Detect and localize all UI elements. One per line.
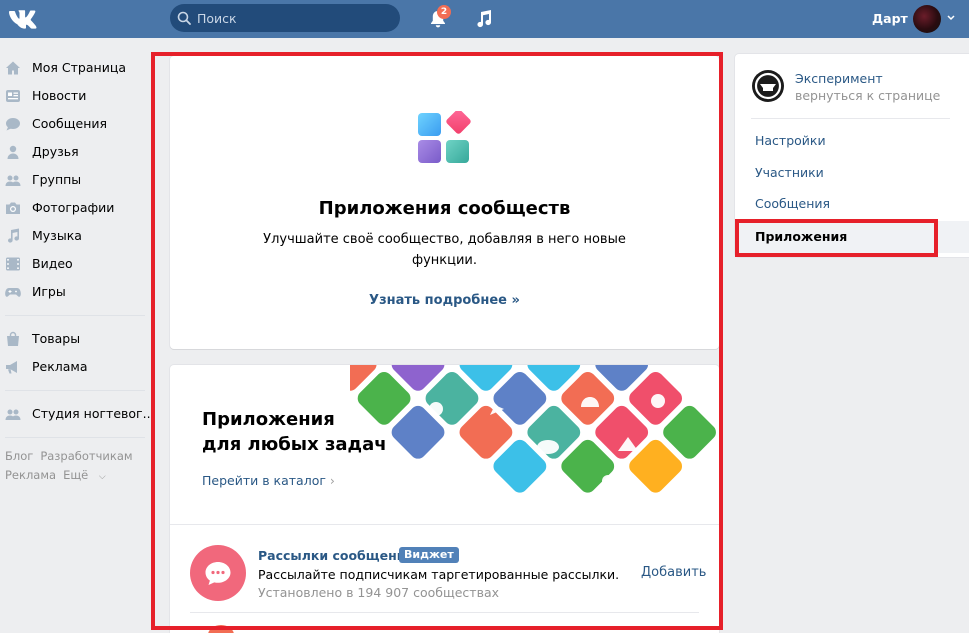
next-app-icon[interactable]: [208, 625, 234, 633]
news-icon: [6, 90, 20, 102]
sidebar-item-label: Группы: [32, 172, 82, 187]
left-sidebar: Моя Страница Новости Сообщения Друзья Гр…: [0, 54, 151, 487]
menu-item-apps[interactable]: Приложения: [735, 221, 969, 253]
sidebar-item-news[interactable]: Новости: [0, 82, 150, 110]
messages-icon: [6, 118, 20, 131]
sidebar-item-music[interactable]: Музыка: [0, 222, 150, 250]
sidebar-item-groups[interactable]: Группы: [0, 166, 150, 194]
panel-divider: [751, 118, 950, 119]
footer-link-ads[interactable]: Реклама: [5, 468, 56, 482]
search-icon: [177, 11, 191, 25]
gamepad-icon: [5, 288, 21, 297]
menu-item-messages[interactable]: Сообщения: [735, 188, 969, 220]
film-icon: [6, 257, 20, 271]
message-bubble-icon: [205, 562, 231, 585]
add-app-button[interactable]: Добавить: [641, 565, 706, 580]
music-note-icon[interactable]: [474, 9, 494, 29]
chevron-down-icon: ⌵: [98, 472, 106, 482]
sidebar-item-label: Моя Страница: [32, 60, 126, 75]
footer-link-developers[interactable]: Разработчикам: [40, 449, 132, 463]
vk-logo-icon[interactable]: [7, 7, 39, 31]
sidebar-item-photos[interactable]: Фотографии: [0, 194, 150, 222]
sidebar-item-friends[interactable]: Друзья: [0, 138, 150, 166]
menu-item-label: Настройки: [755, 133, 826, 148]
footer-more-label: Ещё: [63, 468, 89, 482]
chevron-down-icon[interactable]: [947, 15, 955, 21]
footer-link-blog[interactable]: Блог: [5, 449, 33, 463]
sidebar-item-studio-group[interactable]: Студия ногтевог..: [0, 400, 151, 428]
card-divider: [170, 524, 719, 525]
sidebar-item-label: Фотографии: [32, 200, 115, 215]
app-tiles-illustration: [350, 365, 716, 493]
group-icon: [5, 409, 21, 420]
catalog-link[interactable]: Перейти в каталог ›: [202, 473, 335, 488]
group-avatar[interactable]: [751, 69, 785, 103]
top-bar: 2 Дарт: [0, 0, 969, 38]
apps-grid-icon: [418, 111, 471, 163]
groups-icon: [5, 175, 21, 186]
menu-item-settings[interactable]: Настройки: [735, 125, 969, 157]
community-settings-panel: Эксперимент вернуться к странице Настрой…: [735, 54, 969, 257]
app-description: Рассылайте подписчикам таргетированные р…: [258, 567, 620, 582]
app-name[interactable]: Рассылки сообщений: [258, 548, 414, 563]
camera-icon: [6, 202, 20, 214]
catalog-link-label: Перейти в каталог: [202, 473, 326, 488]
apps-catalog-card: Приложения для любых задач Перейти в кат…: [170, 365, 719, 633]
user-name[interactable]: Дарт: [872, 11, 908, 26]
megaphone-icon: [6, 361, 17, 374]
menu-item-label: Сообщения: [755, 196, 831, 211]
community-apps-intro-card: Приложения сообществ Улучшайте своё сооб…: [170, 56, 719, 349]
sidebar-divider: [5, 437, 145, 438]
sidebar-item-video[interactable]: Видео: [0, 250, 150, 278]
mailing-app-icon[interactable]: [190, 545, 246, 601]
sidebar-item-label: Товары: [32, 331, 81, 346]
music-icon: [8, 228, 19, 243]
menu-item-label: Приложения: [755, 229, 848, 244]
widget-badge: Виджет: [399, 547, 459, 563]
learn-more-link[interactable]: Узнать подробнее »: [170, 293, 719, 308]
home-icon: [6, 61, 20, 75]
sidebar-item-label: Видео: [32, 256, 73, 271]
row-divider: [190, 612, 699, 613]
sidebar-item-games[interactable]: Игры: [0, 278, 150, 306]
sidebar-item-label: Реклама: [32, 359, 88, 374]
user-avatar[interactable]: [913, 5, 941, 33]
app-install-count: Установлено в 194 907 сообществах: [258, 585, 500, 600]
sidebar-divider: [5, 390, 145, 391]
menu-item-members[interactable]: Участники: [735, 157, 969, 189]
friend-icon: [7, 145, 19, 159]
sidebar-item-label: Сообщения: [32, 116, 108, 131]
back-to-page-link[interactable]: вернуться к странице: [795, 88, 940, 103]
sidebar-item-label: Новости: [32, 88, 87, 103]
sidebar-item-label: Музыка: [32, 228, 82, 243]
sidebar-item-label: Друзья: [32, 144, 79, 159]
sidebar-item-messages[interactable]: Сообщения: [0, 110, 150, 138]
sidebar-item-my-page[interactable]: Моя Страница: [0, 54, 150, 82]
sidebar-divider: [5, 315, 145, 316]
intro-description: Улучшайте своё сообщество, добавляя в не…: [263, 232, 626, 268]
sidebar-item-goods[interactable]: Товары: [0, 325, 150, 353]
search-input[interactable]: [197, 8, 387, 28]
footer-link-more[interactable]: Ещё ⌵: [63, 468, 113, 482]
sidebar-footer-links: Блог Разработчикам Реклама Ещё ⌵: [0, 447, 150, 487]
menu-item-label: Участники: [755, 165, 824, 180]
sidebar-item-label: Студия ногтевог..: [32, 406, 151, 421]
intro-title: Приложения сообществ: [318, 198, 571, 219]
sidebar-item-ads[interactable]: Реклама: [0, 353, 150, 381]
notifications-badge: 2: [437, 5, 451, 19]
chevron-right-icon: ›: [329, 473, 335, 488]
sidebar-item-label: Игры: [32, 284, 66, 299]
search-box[interactable]: [170, 4, 400, 32]
group-name-link[interactable]: Эксперимент: [795, 71, 883, 86]
bag-icon: [7, 331, 19, 346]
